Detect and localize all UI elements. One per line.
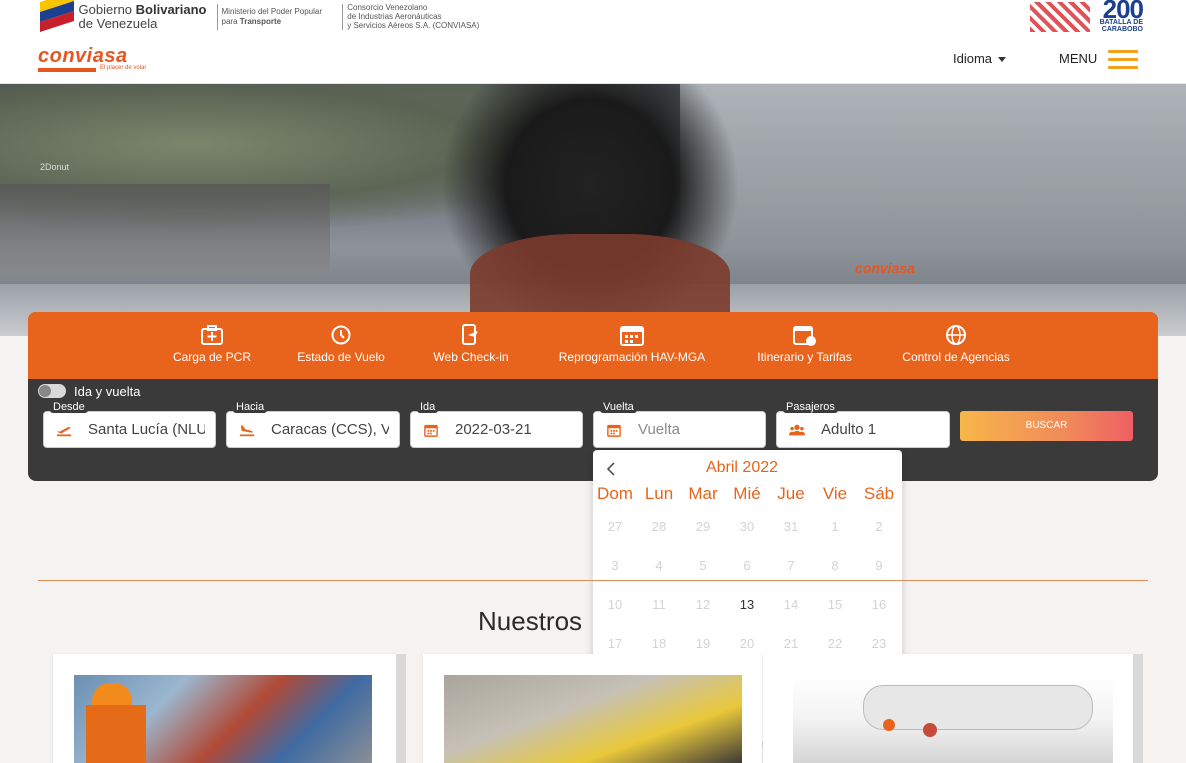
depart-date-value: 2022-03-21	[455, 421, 532, 438]
datepicker-day: 15	[827, 597, 843, 612]
weekday-label: Dom	[597, 484, 633, 503]
roundtrip-label: Ida y vuelta	[74, 383, 141, 399]
return-date-placeholder: Vuelta	[638, 421, 680, 438]
weekday-label: Lun	[644, 484, 674, 503]
conviasa-logo[interactable]: conviasa El placer de volar	[38, 46, 163, 76]
datepicker-week-row: 27 28 29 30 31 1 2	[593, 507, 902, 546]
small-plane-image	[793, 675, 1113, 763]
datepicker-day: 30	[739, 519, 755, 534]
tab-estado-vuelo[interactable]: Estado de Vuelo	[295, 324, 387, 374]
language-dropdown[interactable]: Idioma	[953, 51, 1007, 66]
calendar-check-icon	[792, 326, 816, 346]
ministry-name: Ministerio del Poder Popular para Transp…	[221, 6, 323, 26]
datepicker-day: 10	[607, 597, 623, 612]
service-card[interactable]	[763, 654, 1143, 763]
weekday-label: Jue	[777, 484, 805, 503]
weekday-label: Mar	[688, 484, 718, 503]
section-divider	[38, 580, 1148, 581]
government-banner: Gobierno Bolivariano de Venezuela Minist…	[0, 0, 1186, 35]
service-card[interactable]	[53, 654, 406, 763]
datepicker-day: 14	[783, 597, 799, 612]
return-date-field[interactable]: Vuelta Vuelta	[593, 401, 766, 448]
clock-history-icon	[331, 325, 351, 345]
weekday-label: Sáb	[863, 484, 895, 503]
mobile-plane-icon	[462, 324, 478, 345]
datepicker-day: 20	[739, 636, 755, 651]
datepicker-day: 31	[783, 519, 799, 534]
datepicker-day: 3	[611, 558, 619, 573]
datepicker-day: 21	[783, 636, 799, 651]
plane-departure-icon	[56, 426, 72, 437]
hamburger-menu-icon[interactable]	[1108, 50, 1138, 70]
roundtrip-toggle[interactable]	[38, 384, 66, 398]
destination-label: Hacia	[233, 401, 268, 413]
origin-field[interactable]: Desde Santa Lucía (NLU	[43, 401, 216, 448]
datepicker-day[interactable]: 13	[725, 597, 769, 612]
weekday-label: Mié	[733, 484, 761, 503]
passengers-value: Adulto 1	[821, 421, 877, 438]
caret-down-icon	[998, 57, 1007, 63]
datepicker-day: 9	[875, 558, 883, 573]
origin-value: Santa Lucía (NLU	[88, 421, 205, 438]
datepicker-day: 2	[875, 519, 883, 534]
consorcio-name: Consorcio Venezolano de Industrias Aeron…	[347, 3, 480, 30]
datepicker-day: 7	[787, 558, 795, 573]
government-name: Gobierno Bolivariano de Venezuela	[78, 1, 207, 31]
government-logo: Gobierno Bolivariano de Venezuela Minist…	[40, 0, 510, 33]
datepicker-day: 22	[827, 636, 843, 651]
datepicker-day: 5	[699, 558, 707, 573]
datepicker-day: 6	[743, 558, 751, 573]
datepicker-day: 1	[831, 519, 839, 534]
datepicker-day: 23	[871, 636, 887, 651]
carabobo-anniversary-logo: 200 BATALLA DE CARABOBO	[1030, 0, 1145, 33]
venezuela-flag-icon	[40, 0, 74, 32]
aircraft-image	[444, 675, 742, 763]
airport-sign: conviasa	[855, 260, 915, 276]
datepicker-day: 12	[695, 597, 711, 612]
datepicker-week-row: 10 11 12 13 14 15 16	[593, 585, 902, 624]
datepicker-day: 19	[695, 636, 711, 651]
roundtrip-toggle-row: Ida y vuelta	[38, 382, 141, 400]
menu-label[interactable]: MENU	[1059, 51, 1097, 66]
datepicker-weekdays: Dom Lun Mar Mié Jue Vie Sáb	[593, 484, 902, 504]
datepicker-day: 29	[695, 519, 711, 534]
search-button[interactable]: BUSCAR	[960, 411, 1133, 441]
calendar-icon	[607, 424, 621, 437]
datepicker-month: Abril 2022	[705, 459, 779, 476]
section-heading: Nuestros	[478, 606, 583, 636]
destination-field[interactable]: Hacia Caracas (CCS), V	[226, 401, 400, 448]
datepicker-day: 16	[871, 597, 887, 612]
destination-value: Caracas (CCS), V	[271, 421, 389, 438]
tab-control-agencias[interactable]: Control de Agencias	[897, 324, 1015, 374]
hero-image: 2Donut conviasa	[0, 84, 1186, 336]
datepicker-day: 11	[652, 597, 666, 612]
tab-web-checkin[interactable]: Web Check-in	[429, 324, 513, 374]
passengers-label: Pasajeros	[783, 401, 838, 413]
medical-case-icon	[201, 325, 223, 345]
weekday-label: Vie	[822, 484, 848, 503]
passengers-field[interactable]: Pasajeros Adulto 1	[776, 401, 950, 448]
tab-carga-pcr[interactable]: Carga de PCR	[172, 324, 252, 374]
service-card[interactable]	[423, 654, 762, 763]
globe-icon	[946, 325, 966, 345]
datepicker-day: 28	[651, 519, 667, 534]
datepicker-day: 27	[607, 519, 623, 534]
calendar-icon	[620, 326, 644, 346]
users-icon	[789, 424, 805, 436]
tab-itinerario-tarifas[interactable]: Itinerario y Tarifas	[752, 324, 857, 374]
datepicker-day: 18	[651, 636, 667, 651]
origin-label: Desde	[50, 401, 88, 413]
navbar: conviasa El placer de volar Idioma MENU	[0, 35, 1186, 84]
tab-reprogramacion[interactable]: Reprogramación HAV-MGA	[552, 324, 712, 374]
plane-arrival-icon	[239, 425, 255, 437]
datepicker-day: 17	[607, 636, 623, 651]
service-tabs: Carga de PCR Estado de Vuelo Web Check-i…	[28, 312, 1158, 379]
datepicker-day: 8	[831, 558, 839, 573]
return-date-label: Vuelta	[600, 401, 637, 413]
cargo-image	[74, 675, 372, 763]
depart-date-label: Ida	[417, 401, 439, 413]
depart-date-field[interactable]: Ida 2022-03-21	[410, 401, 583, 448]
calendar-icon	[424, 424, 438, 437]
datepicker-day: 4	[655, 558, 663, 573]
